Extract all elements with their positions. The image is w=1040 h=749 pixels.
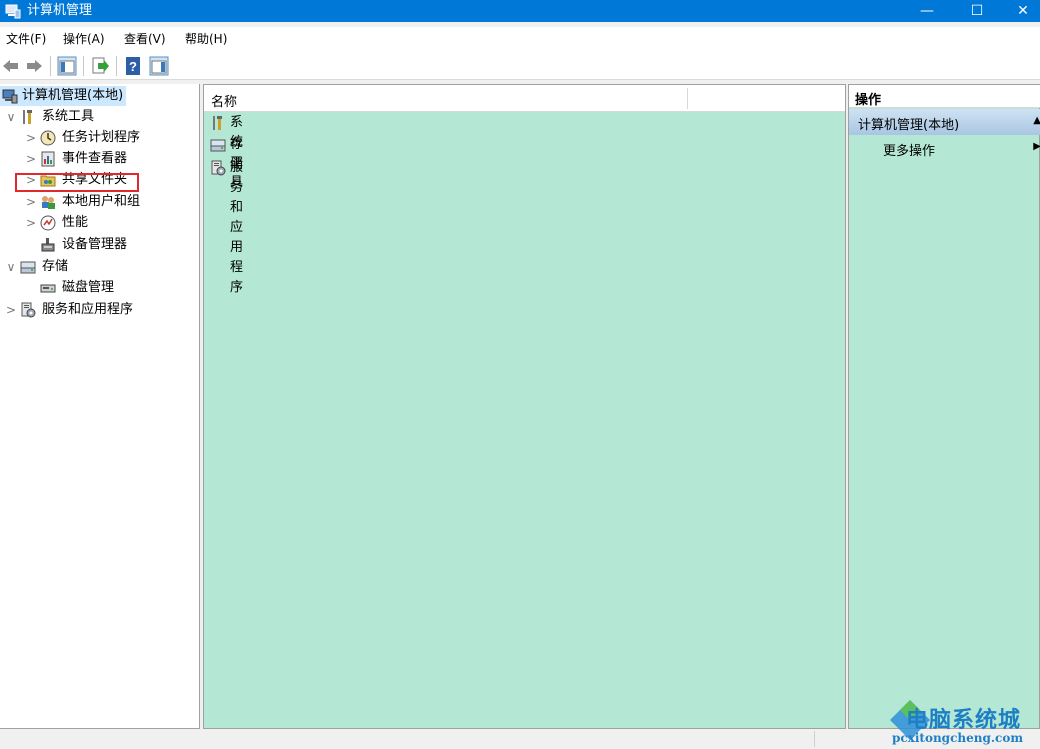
svg-text:?: ? [129, 59, 137, 74]
collapse-up-icon[interactable]: ▲ [1033, 115, 1040, 126]
tree-item-local-users-groups[interactable]: > 本地用户和组 [24, 192, 164, 212]
tree-item-label: 事件查看器 [62, 151, 128, 166]
chevron-placeholder [24, 278, 38, 298]
toolbar: ? [0, 51, 1040, 80]
actions-section-computer-management[interactable]: 计算机管理(本地) ▲ [849, 109, 1040, 135]
highlight-box [15, 173, 139, 192]
actions-header-label: 操作 [855, 93, 882, 108]
disk-icon [40, 280, 56, 296]
window-title: 计算机管理 [27, 3, 93, 18]
chevron-right-icon[interactable]: > [24, 149, 38, 169]
tree-item-system-tools[interactable]: ∨ 系统工具 [4, 107, 124, 127]
show-hide-tree-icon[interactable] [57, 56, 77, 76]
actions-header: 操作 [849, 85, 1040, 108]
toolbar-separator [50, 56, 51, 76]
chevron-placeholder [24, 235, 38, 255]
forward-arrow-icon[interactable] [24, 56, 44, 76]
clock-icon [40, 130, 56, 146]
list-header: 名称 [204, 85, 845, 112]
actions-section-label: 计算机管理(本地) [858, 118, 960, 133]
toolbar-separator [83, 56, 84, 76]
close-button[interactable]: ✕ [1000, 0, 1040, 22]
tree-item-label: 系统工具 [42, 109, 95, 124]
minimize-button[interactable]: — [904, 0, 950, 22]
show-hide-action-pane-icon[interactable] [149, 56, 169, 76]
tree-item-label: 任务计划程序 [62, 130, 141, 145]
menu-action[interactable]: 操作(A) [63, 32, 105, 46]
tree-item-label: 性能 [62, 215, 89, 230]
column-header-name[interactable]: 名称 [211, 91, 237, 110]
tree-item-task-scheduler[interactable]: > 任务计划程序 [24, 128, 164, 148]
menu-help[interactable]: 帮助(H) [185, 32, 227, 46]
chevron-down-icon[interactable]: ∨ [4, 257, 18, 277]
back-arrow-icon[interactable] [1, 56, 21, 76]
event-viewer-icon [40, 151, 56, 167]
services-icon [20, 302, 36, 318]
watermark-text-cn: 电脑系统城 [906, 708, 1022, 733]
chevron-right-icon[interactable]: > [24, 213, 38, 233]
storage-icon [210, 137, 226, 153]
tree-root-label: 计算机管理(本地) [22, 88, 124, 103]
tree-item-disk-management[interactable]: 磁盘管理 [24, 278, 164, 298]
device-manager-icon [40, 237, 56, 253]
menu-view[interactable]: 查看(V) [124, 32, 166, 46]
help-icon[interactable]: ? [123, 56, 143, 76]
tree-item-label: 服务和应用程序 [42, 302, 134, 317]
chevron-right-icon[interactable]: > [24, 192, 38, 212]
menu-file[interactable]: 文件(F) [6, 32, 46, 46]
storage-icon [20, 259, 36, 275]
computer-management-icon [2, 88, 18, 104]
performance-icon [40, 215, 56, 231]
chevron-right-icon[interactable]: > [4, 300, 18, 320]
tree-item-device-manager[interactable]: 设备管理器 [24, 235, 164, 255]
export-list-icon[interactable] [90, 56, 110, 76]
computer-management-icon [5, 3, 21, 19]
tree-item-event-viewer[interactable]: > 事件查看器 [24, 149, 164, 169]
chevron-down-icon[interactable]: ∨ [4, 107, 18, 127]
users-icon [40, 194, 56, 210]
tree-item-label: 设备管理器 [62, 237, 128, 252]
action-label: 更多操作 [883, 144, 936, 159]
tree-item-performance[interactable]: > 性能 [24, 213, 164, 233]
services-icon [210, 160, 226, 176]
tools-icon [20, 109, 36, 125]
watermark-text-en: pcxitongcheng.com [892, 731, 1024, 745]
tree-root-computer-management[interactable]: 计算机管理(本地) [0, 86, 126, 106]
tree-item-label: 存储 [42, 259, 69, 274]
submenu-arrow-icon: ▶ [1033, 141, 1040, 152]
title-bar: 计算机管理 — ☐ ✕ [0, 0, 1040, 22]
tree-item-label: 本地用户和组 [62, 194, 141, 209]
chevron-right-icon[interactable]: > [24, 128, 38, 148]
action-more-actions[interactable]: 更多操作 ▶ [849, 138, 1040, 159]
tools-icon [210, 115, 226, 131]
tree-item-services-applications[interactable]: > 服务和应用程序 [4, 300, 154, 320]
actions-pane: 操作 计算机管理(本地) ▲ 更多操作 ▶ [848, 84, 1040, 729]
menu-bar: 文件(F) 操作(A) 查看(V) 帮助(H) [0, 27, 1040, 51]
status-bar [0, 729, 1040, 749]
content-pane: 名称 系统工具 存储 服务和应用程序 [203, 84, 846, 729]
tree-item-label: 磁盘管理 [62, 280, 115, 295]
toolbar-separator [116, 56, 117, 76]
status-separator [814, 731, 815, 747]
list-item-label: 服务和应用程序 [230, 160, 244, 295]
tree-item-storage[interactable]: ∨ 存储 [4, 257, 124, 277]
watermark: 电脑系统城 pcxitongcheng.com [888, 694, 1040, 749]
maximize-button[interactable]: ☐ [954, 0, 1000, 22]
column-divider[interactable] [687, 88, 688, 109]
